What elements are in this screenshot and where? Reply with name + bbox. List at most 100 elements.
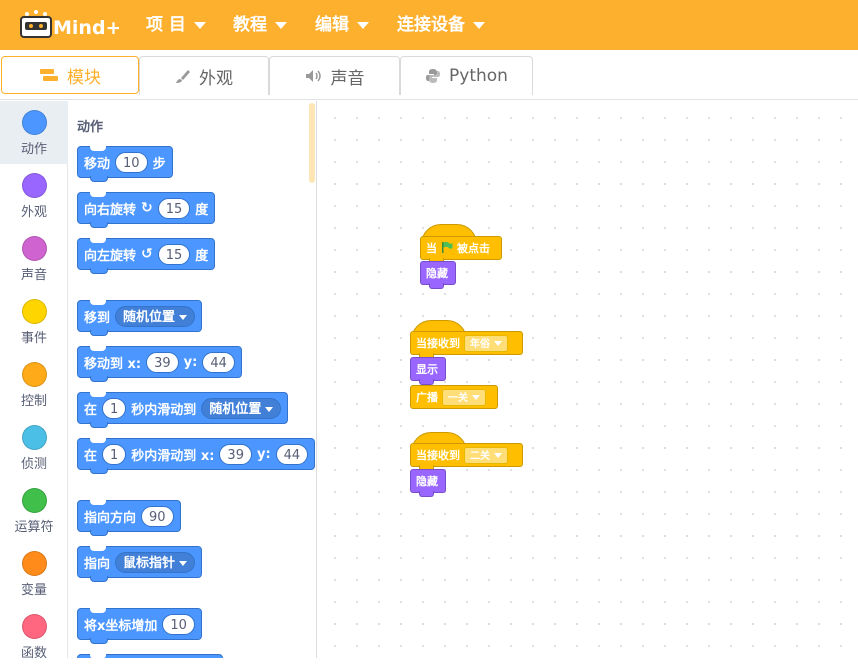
brush-icon <box>175 68 191 84</box>
chevron-down-icon <box>494 341 502 346</box>
category-dot <box>22 488 47 513</box>
block-change-x[interactable]: 将x坐标增加 10 <box>77 608 202 644</box>
y-input[interactable]: 44 <box>202 351 235 373</box>
palette-section-title: 动作 <box>77 120 104 135</box>
broadcast-message-dropdown[interactable]: 一关 <box>442 388 486 406</box>
script-workspace[interactable]: 当 被点击 隐藏 当接收到 年俗 显示 广播 一关 当接收到 二关 隐藏 <box>318 101 858 658</box>
block-text: 指向方向 <box>84 510 137 526</box>
menu-edit[interactable]: 编辑 <box>315 0 369 50</box>
category-functions[interactable]: 函数 <box>0 605 68 668</box>
steps-input[interactable]: 10 <box>115 151 148 173</box>
block-text: 在 <box>84 448 98 464</box>
broadcast-block[interactable]: 广播 一关 <box>410 385 498 409</box>
block-text: 在 <box>84 402 98 418</box>
block-glide-xy[interactable]: 在 1 秒内滑动到 x: 39 y: 44 <box>77 438 316 474</box>
tab-label: 声音 <box>330 68 365 89</box>
hide-block[interactable]: 隐藏 <box>410 469 446 497</box>
tab-blocks[interactable]: 模块 <box>1 56 139 94</box>
palette-scrollbar[interactable] <box>309 103 315 183</box>
category-label: 声音 <box>20 268 47 283</box>
block-turn-right[interactable]: 向右旋转 ↻ 15 度 <box>77 192 216 228</box>
degrees-input[interactable]: 15 <box>157 197 191 219</box>
block-text: 显示 <box>416 363 438 376</box>
tab-costumes[interactable]: 外观 <box>139 56 269 95</box>
y-input[interactable]: 44 <box>275 443 309 465</box>
chevron-down-icon <box>179 560 188 566</box>
category-dot <box>22 614 47 639</box>
glide-target-dropdown[interactable]: 随机位置 <box>201 397 282 419</box>
when-receive-block[interactable]: 当接收到 二关 <box>410 443 523 471</box>
message-dropdown[interactable]: 年俗 <box>464 334 508 352</box>
menu-project[interactable]: 项 目 <box>146 0 206 50</box>
menu-tutorial[interactable]: 教程 <box>233 0 287 50</box>
when-flag-clicked-block[interactable]: 当 被点击 <box>420 236 502 264</box>
direction-input[interactable]: 90 <box>141 505 174 527</box>
category-sound[interactable]: 声音 <box>0 227 68 290</box>
block-text: 移动到 x: <box>84 356 142 372</box>
chevron-down-icon <box>193 21 206 29</box>
category-dot <box>22 110 47 135</box>
seconds-input[interactable]: 1 <box>102 397 127 419</box>
block-partial[interactable] <box>77 654 223 658</box>
rotate-right-icon: ↻ <box>141 200 153 216</box>
chevron-down-icon <box>473 21 485 29</box>
block-text: 将x坐标增加 <box>84 618 158 634</box>
block-text: 隐藏 <box>416 475 438 488</box>
block-text: 当接收到 <box>416 337 460 350</box>
seconds-input[interactable]: 1 <box>102 443 127 465</box>
point-target-dropdown[interactable]: 鼠标指针 <box>115 551 196 573</box>
show-block[interactable]: 显示 <box>410 357 446 385</box>
category-label: 变量 <box>20 583 47 598</box>
block-text: 当接收到 <box>416 449 460 462</box>
block-text: 度 <box>195 202 209 218</box>
chevron-down-icon <box>494 453 502 458</box>
x-input[interactable]: 39 <box>219 443 252 465</box>
category-label: 运算符 <box>14 520 54 535</box>
block-glide-to[interactable]: 在 1 秒内滑动到 随机位置 <box>77 392 289 428</box>
block-text: 移动 <box>84 156 111 172</box>
block-point-direction[interactable]: 指向方向 90 <box>77 500 181 536</box>
mind-plus-logo[interactable]: Mind+ <box>19 8 121 42</box>
block-point-towards[interactable]: 指向 鼠标指针 <box>77 546 203 582</box>
category-looks[interactable]: 外观 <box>0 164 68 227</box>
block-palette: 动作 移动 10 步 向右旋转 ↻ 15 度 向左旋转 ↺ 15 度 移到 随机… <box>69 101 317 658</box>
message-dropdown[interactable]: 二关 <box>464 446 508 464</box>
tab-sounds[interactable]: 声音 <box>269 56 400 95</box>
category-variables[interactable]: 变量 <box>0 542 68 605</box>
chevron-down-icon <box>472 395 480 400</box>
block-text: 秒内滑动到 x: <box>131 448 215 464</box>
block-text: 秒内滑动到 <box>131 402 197 418</box>
block-goto-xy[interactable]: 移动到 x: 39 y: 44 <box>77 346 242 382</box>
category-motion[interactable]: 动作 <box>0 101 68 164</box>
category-dot <box>22 551 47 576</box>
goto-target-dropdown[interactable]: 随机位置 <box>115 305 196 327</box>
green-flag-icon <box>441 241 453 256</box>
category-sensing[interactable]: 侦测 <box>0 416 68 479</box>
block-text: 移到 <box>84 310 111 326</box>
block-goto[interactable]: 移到 随机位置 <box>77 300 203 336</box>
menu-connect-device[interactable]: 连接设备 <box>397 0 485 50</box>
category-operators[interactable]: 运算符 <box>0 479 68 542</box>
block-text: 向右旋转 <box>84 202 137 218</box>
chevron-down-icon <box>265 406 274 412</box>
degrees-input[interactable]: 15 <box>157 243 191 265</box>
block-text: 隐藏 <box>426 267 448 280</box>
category-label: 侦测 <box>20 457 47 472</box>
block-turn-left[interactable]: 向左旋转 ↺ 15 度 <box>77 238 216 274</box>
category-menu: 动作 外观 声音 事件 控制 侦测 运算符 变量 函数 <box>0 101 68 661</box>
block-move-steps[interactable]: 移动 10 步 <box>77 146 173 182</box>
category-control[interactable]: 控制 <box>0 353 68 416</box>
chevron-down-icon <box>275 21 287 29</box>
change-x-input[interactable]: 10 <box>162 613 195 635</box>
hide-block[interactable]: 隐藏 <box>420 261 456 289</box>
tab-python[interactable]: Python <box>400 56 533 95</box>
block-text: 被点击 <box>457 242 490 255</box>
block-text: 当 <box>426 242 437 255</box>
category-dot <box>22 362 47 387</box>
when-receive-block[interactable]: 当接收到 年俗 <box>410 331 523 359</box>
logo-text: Mind+ <box>53 17 119 39</box>
category-events[interactable]: 事件 <box>0 290 68 353</box>
x-input[interactable]: 39 <box>146 351 179 373</box>
category-dot <box>22 299 47 324</box>
category-label: 动作 <box>20 142 47 157</box>
